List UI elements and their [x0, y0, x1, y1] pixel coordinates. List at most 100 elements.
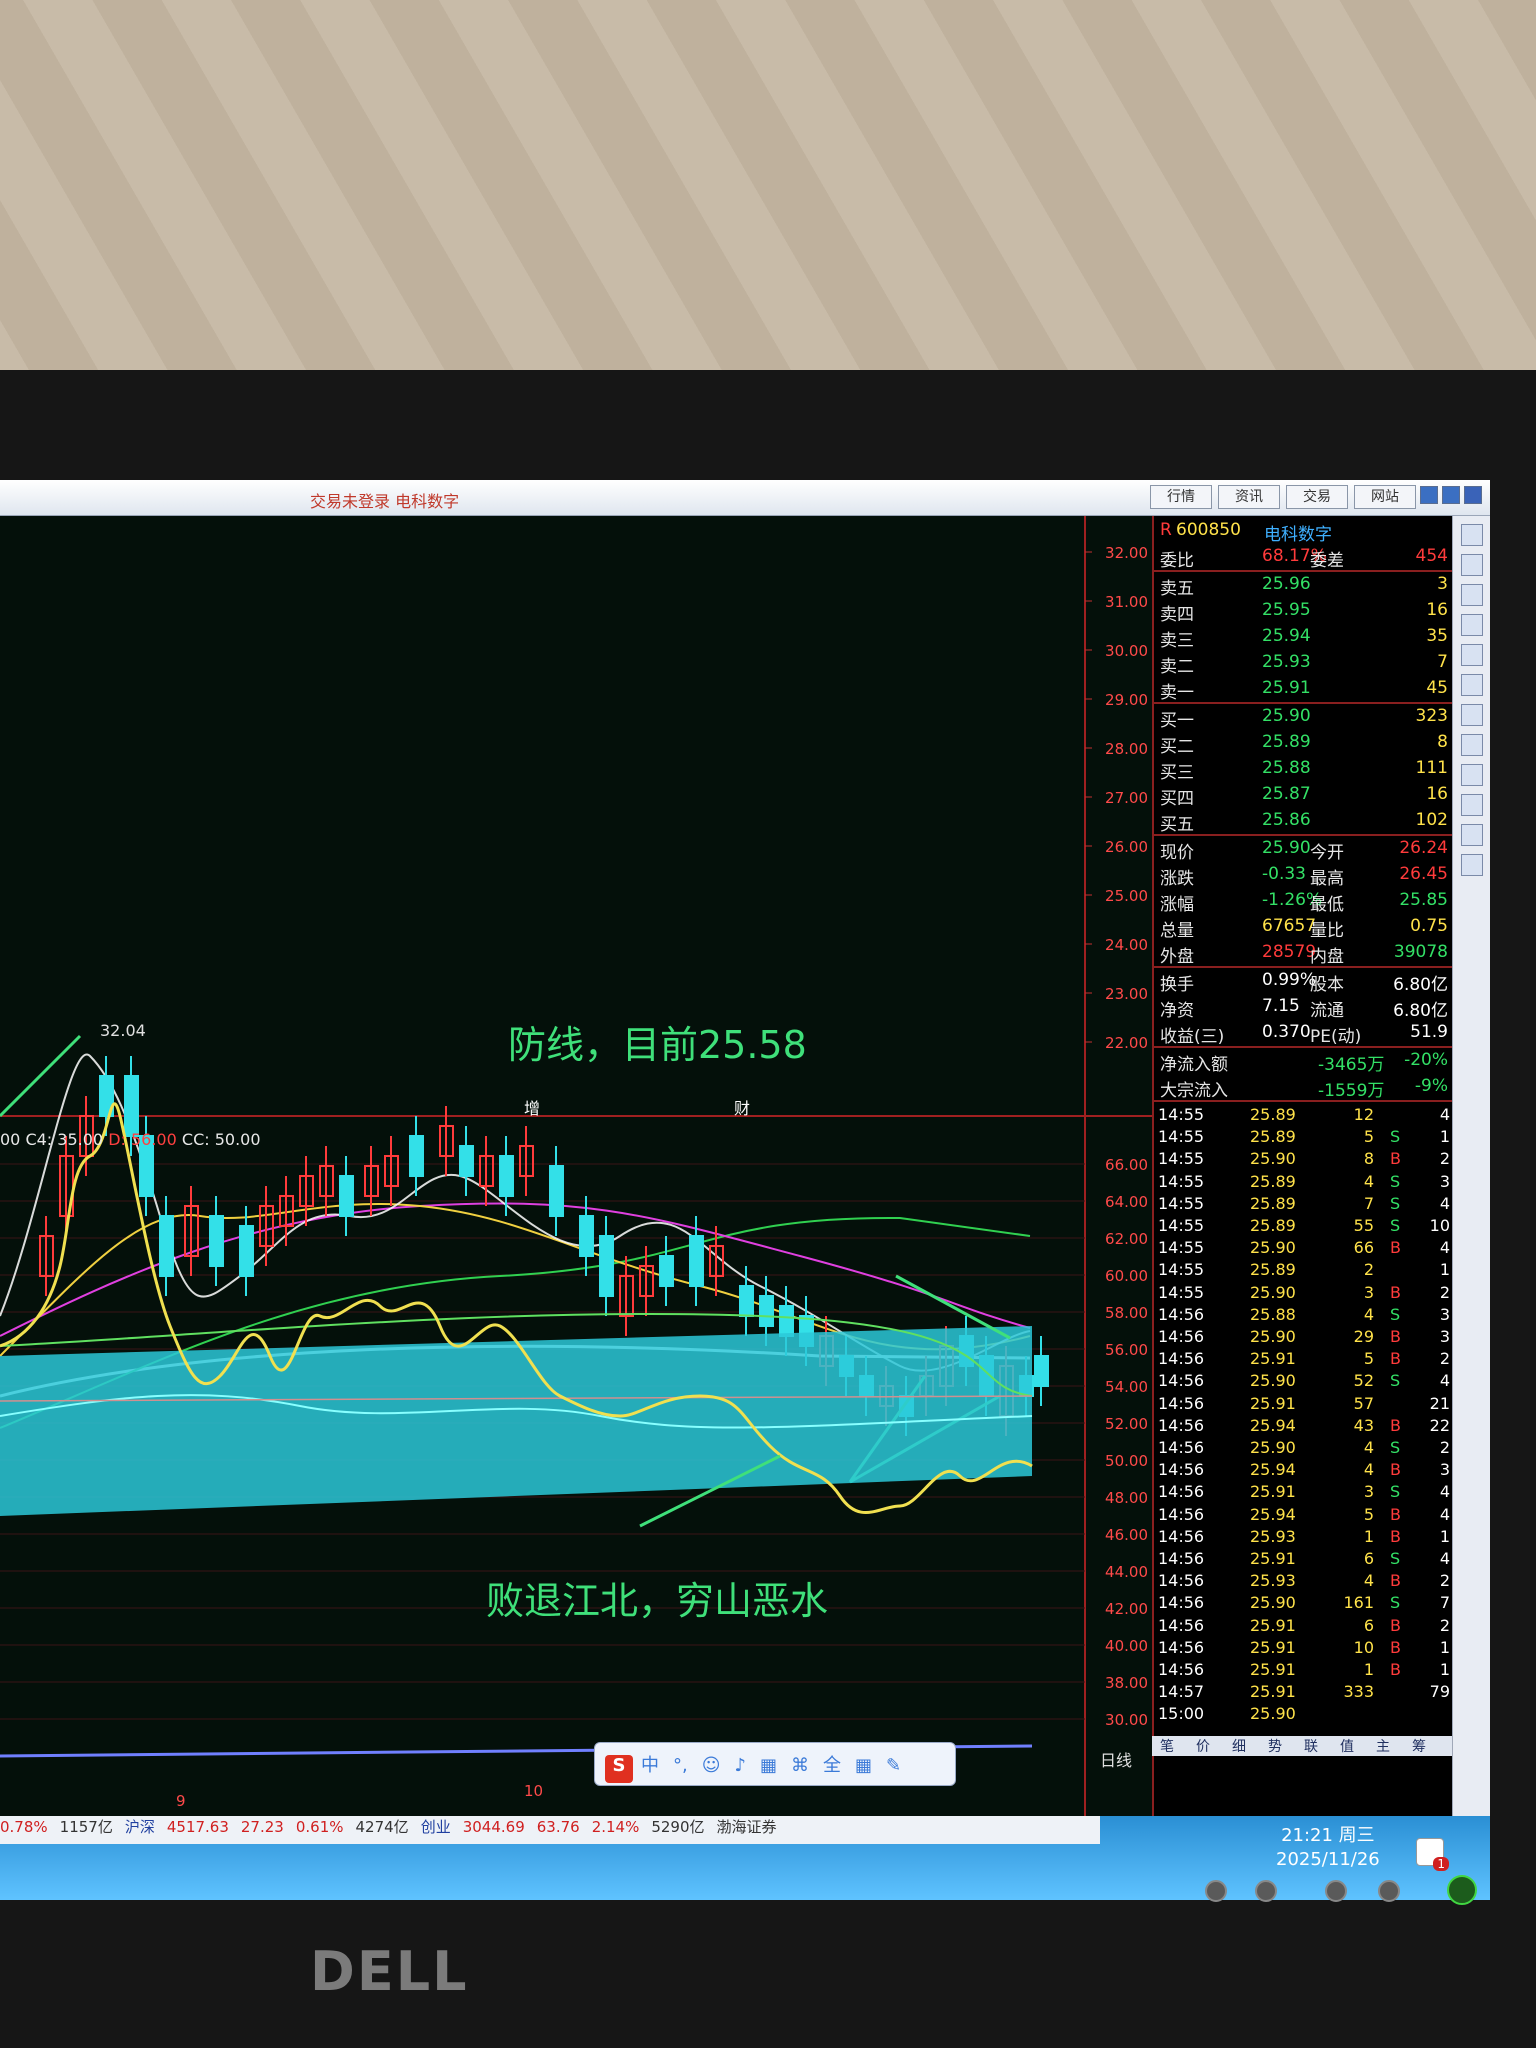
tick-price: 25.91 [1250, 1393, 1296, 1413]
nav-jiaoyi-button[interactable]: 交易 [1286, 485, 1348, 509]
indicator-axis-label: 48.00 [1105, 1489, 1148, 1507]
stat2-value-2: 51.9 [1410, 1022, 1448, 1042]
stat2-label-2: 流通 [1310, 1001, 1344, 1021]
toolbar-icon[interactable] [1460, 734, 1483, 756]
tick-price: 25.91 [1250, 1615, 1296, 1635]
weicha-label: 委差 [1310, 551, 1344, 571]
notification-icon[interactable]: 1 [1416, 1838, 1449, 1871]
price-axis-label: 32.00 [1105, 544, 1148, 562]
tick-volume: 5 [1363, 1504, 1374, 1524]
toolbar-icon[interactable] [1460, 554, 1483, 576]
toolbar-icon[interactable] [1460, 824, 1483, 846]
toolbar-icon[interactable] [1460, 794, 1483, 816]
ime-button[interactable]: 全 [823, 1755, 841, 1776]
ime-button[interactable]: ✎ [886, 1755, 901, 1776]
ask-volume: 3 [1437, 574, 1448, 594]
stock-code: 600850 [1176, 520, 1241, 540]
tick-time: 14:55 [1158, 1238, 1205, 1258]
monitor-button[interactable] [1205, 1880, 1227, 1902]
tick-panel-tab[interactable]: 价 [1196, 1736, 1210, 1756]
indicator-legend: 00 C4: 35.00 D: 56.00 CC: 50.00 [0, 1130, 261, 1149]
stat-row: 外盘 28579 内盘 39078 [1154, 940, 1454, 967]
close-icon[interactable] [1464, 486, 1482, 504]
minimize-icon[interactable] [1420, 486, 1438, 504]
tick-price: 25.89 [1250, 1127, 1296, 1147]
ime-toolbar[interactable]: S 中 °, ☺ ♪ ▦ ⌘ 全 ▦ ✎ [594, 1742, 956, 1786]
toolbar-icon[interactable] [1460, 584, 1483, 606]
price-axis-label: 23.00 [1105, 985, 1148, 1003]
ime-button[interactable]: ▦ [855, 1755, 872, 1776]
bid-price: 25.88 [1262, 758, 1311, 778]
stat2-row: 收益(三) 0.370 PE(动) 51.9 [1154, 1020, 1454, 1047]
tick-volume: 3 [1363, 1482, 1374, 1502]
tick-panel-tab[interactable]: 筹 [1412, 1736, 1426, 1756]
tick-time: 14:56 [1158, 1571, 1205, 1591]
tick-panel-tab[interactable]: 笔 [1160, 1736, 1174, 1756]
tick-row: 14:56 25.90 161 S 7 [1154, 1592, 1454, 1614]
stat2-value: 0.99% [1262, 970, 1317, 990]
restore-icon[interactable] [1442, 486, 1460, 504]
toolbar-icon[interactable] [1460, 764, 1483, 786]
tick-volume: 161 [1343, 1593, 1374, 1613]
ime-button[interactable]: ☺ [702, 1755, 721, 1776]
candle-body [159, 1215, 174, 1277]
tick-panel-tab[interactable]: 主 [1376, 1736, 1390, 1756]
monitor-button[interactable] [1255, 1880, 1277, 1902]
tick-flag: B [1390, 1571, 1401, 1591]
ime-button[interactable]: ⌘ [791, 1755, 809, 1776]
tick-price: 25.94 [1250, 1504, 1296, 1524]
tick-row: 14:56 25.91 3 S 4 [1154, 1481, 1454, 1503]
ask-row: 卖三 25.94 35 [1154, 624, 1454, 651]
nav-zixun-button[interactable]: 资讯 [1218, 485, 1280, 509]
tick-panel-tab[interactable]: 联 [1304, 1736, 1318, 1756]
high-arrow [0, 1034, 82, 1118]
toolbar-icon[interactable] [1460, 854, 1483, 876]
indicator-axis-label: 52.00 [1105, 1415, 1148, 1433]
tick-row: 14:55 25.89 5 S 1 [1154, 1126, 1454, 1148]
ime-button[interactable]: ♪ [735, 1755, 747, 1776]
tick-panel-tab[interactable]: 势 [1268, 1736, 1282, 1756]
toolbar-icon[interactable] [1460, 614, 1483, 636]
tick-price: 25.89 [1250, 1105, 1296, 1124]
ime-button[interactable]: 中 [641, 1755, 659, 1776]
tick-flag: B [1390, 1327, 1401, 1346]
toolbar-icon[interactable] [1460, 524, 1483, 546]
tick-panel-tab[interactable]: 值 [1340, 1736, 1354, 1756]
legend-d: D: 56.00 [108, 1130, 177, 1149]
stat-label-2: 最高 [1310, 869, 1344, 889]
tick-volume: 6 [1363, 1549, 1374, 1568]
tick-time: 14:56 [1158, 1549, 1205, 1568]
tick-row: 14:56 25.91 57 21 [1154, 1393, 1454, 1415]
tick-price: 25.89 [1250, 1171, 1296, 1191]
tick-time: 14:55 [1158, 1193, 1205, 1213]
toolbar-icon[interactable] [1460, 704, 1483, 726]
flow-label: 净流入额 [1160, 1055, 1228, 1075]
toolbar-icon[interactable] [1460, 674, 1483, 696]
date-axis-label: 9 [176, 1792, 186, 1810]
taskbar-clock[interactable]: 21:21 周三 2025/11/26 [1276, 1824, 1380, 1872]
monitor-button[interactable] [1325, 1880, 1347, 1902]
candle-body [579, 1215, 594, 1257]
tick-volume: 1 [1363, 1660, 1374, 1679]
nav-hangqing-button[interactable]: 行情 [1150, 485, 1212, 509]
candle-body [689, 1235, 704, 1287]
tick-count: 3 [1439, 1304, 1450, 1324]
bid-label: 买一 [1160, 711, 1194, 731]
tick-panel-tab[interactable]: 细 [1232, 1736, 1246, 1756]
tick-time: 14:56 [1158, 1504, 1205, 1524]
tick-time: 14:55 [1158, 1282, 1205, 1302]
ime-button[interactable]: ▦ [760, 1755, 777, 1776]
tick-volume: 12 [1353, 1105, 1374, 1124]
tick-price: 25.89 [1250, 1193, 1296, 1213]
ime-button[interactable]: °, [673, 1755, 688, 1776]
tick-price: 25.90 [1250, 1149, 1296, 1169]
power-button[interactable] [1447, 1875, 1477, 1905]
monitor-button[interactable] [1378, 1880, 1400, 1902]
bid-row: 买五 25.86 102 [1154, 808, 1454, 835]
tick-count: 3 [1439, 1460, 1450, 1480]
tick-volume: 57 [1353, 1393, 1374, 1413]
nav-wangzhan-button[interactable]: 网站 [1354, 485, 1416, 509]
clock-date: 2025/11/26 [1276, 1849, 1380, 1870]
sogou-logo-icon[interactable]: S [605, 1755, 633, 1783]
toolbar-icon[interactable] [1460, 644, 1483, 666]
